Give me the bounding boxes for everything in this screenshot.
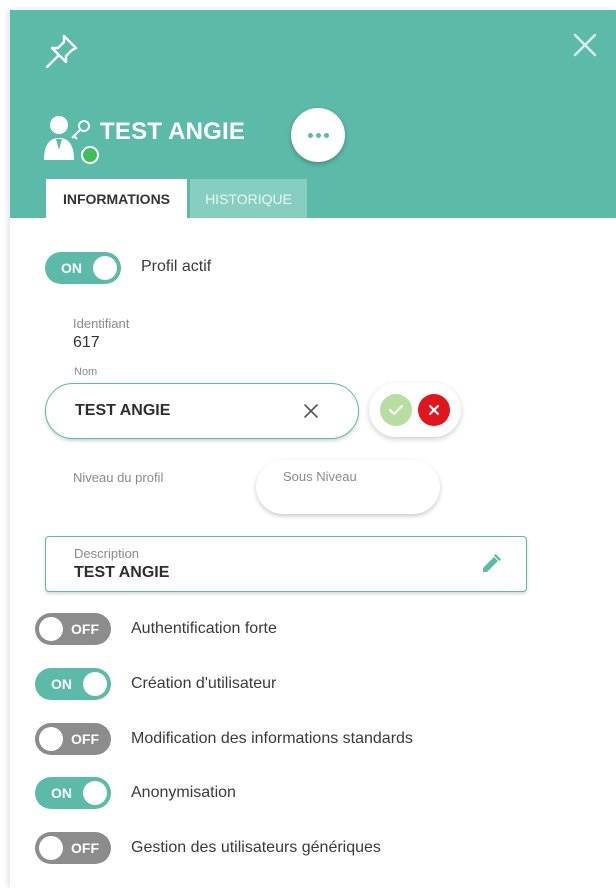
panel-header: TEST ANGIE INFORMATIONS HISTORIQUE: [10, 10, 616, 218]
niveau-label: Niveau du profil: [73, 470, 164, 485]
profile-active-label: Profil actif: [141, 258, 212, 275]
toggle-state-label: ON: [61, 260, 82, 276]
tab-informations[interactable]: INFORMATIONS: [46, 179, 187, 218]
more-options-dot: [315, 132, 321, 138]
profile-active-toggle[interactable]: ON: [45, 252, 121, 284]
sous-niveau-placeholder: Sous Niveau: [283, 469, 357, 484]
cancel-button[interactable]: [418, 394, 450, 426]
status-indicator: [81, 146, 99, 164]
toggle-state-label: OFF: [71, 621, 99, 637]
page-title: TEST ANGIE: [100, 118, 246, 145]
perm-toggle-modification-informations[interactable]: OFF: [35, 723, 111, 755]
perm-label-gestion-utilisateurs-generiques: Gestion des utilisateurs génériques: [131, 839, 381, 856]
nom-value: TEST ANGIE: [75, 402, 171, 419]
perm-toggle-creation-utilisateur[interactable]: ON: [35, 668, 111, 700]
close-icon: [428, 404, 440, 416]
toggle-knob: [83, 672, 107, 696]
edit-confirm-group: [369, 383, 461, 437]
tab-historique[interactable]: HISTORIQUE: [190, 179, 307, 218]
description-value: TEST ANGIE: [74, 564, 170, 581]
toggle-knob: [39, 617, 63, 641]
sous-niveau-select[interactable]: Sous Niveau: [256, 460, 440, 514]
perm-toggle-anonymisation[interactable]: ON: [35, 777, 111, 809]
perm-label-authentification-forte: Authentification forte: [131, 620, 277, 637]
perm-label-anonymisation: Anonymisation: [131, 784, 236, 801]
nom-label: Nom: [74, 366, 98, 378]
clear-icon[interactable]: [302, 402, 320, 420]
pin-icon[interactable]: [44, 32, 80, 70]
toggle-knob: [93, 256, 117, 280]
toggle-state-label: OFF: [71, 731, 99, 747]
identifiant-value: 617: [73, 334, 100, 351]
toggle-state-label: OFF: [71, 840, 99, 856]
toggle-knob: [39, 836, 63, 860]
perm-toggle-authentification-forte[interactable]: OFF: [35, 613, 111, 645]
more-options-button[interactable]: [291, 108, 345, 162]
check-icon: [388, 404, 404, 416]
nom-input[interactable]: TEST ANGIE: [45, 383, 359, 439]
description-label: Description: [74, 546, 140, 561]
confirm-button[interactable]: [380, 394, 412, 426]
toggle-knob: [83, 781, 107, 805]
description-field[interactable]: Description TEST ANGIE: [45, 536, 527, 592]
toggle-knob: [39, 727, 63, 751]
identifiant-label: Identifiant: [73, 316, 130, 331]
perm-label-modification-informations: Modification des informations standards: [131, 730, 413, 747]
toggle-state-label: ON: [51, 676, 72, 692]
toggle-state-label: ON: [51, 785, 72, 801]
pencil-icon[interactable]: [480, 553, 502, 575]
perm-toggle-gestion-utilisateurs-generiques[interactable]: OFF: [35, 832, 111, 864]
profile-panel: TEST ANGIE INFORMATIONS HISTORIQUE ON Pr…: [10, 10, 616, 888]
more-options-icon: [307, 132, 313, 138]
close-icon[interactable]: [570, 30, 600, 60]
more-options-dot: [323, 132, 329, 138]
perm-label-creation-utilisateur: Création d'utilisateur: [131, 675, 277, 692]
